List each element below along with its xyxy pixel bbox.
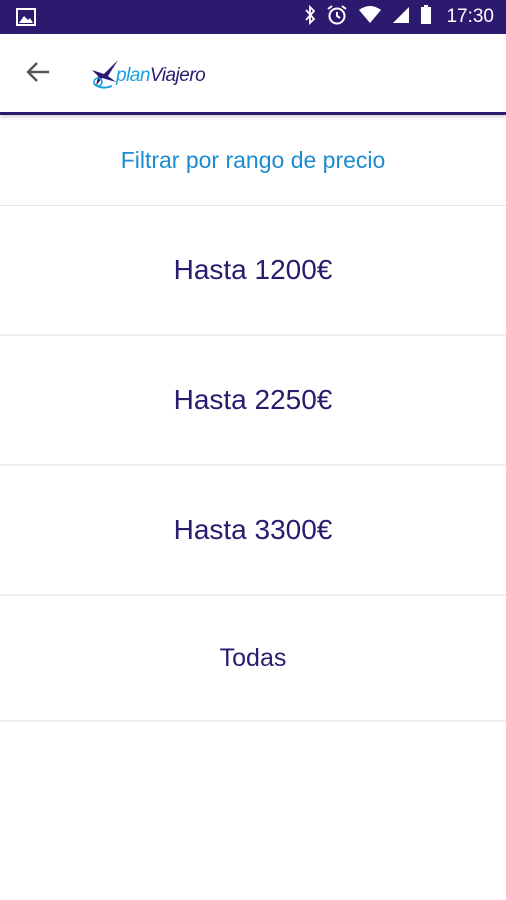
logo-plan: plan: [116, 65, 150, 86]
status-icons: 17:30: [304, 0, 494, 34]
back-button[interactable]: [18, 54, 58, 94]
logo-viajero: Viajero: [149, 65, 206, 86]
battery-icon: [420, 4, 432, 30]
status-time: 17:30: [446, 6, 494, 27]
option-hasta-3300[interactable]: Hasta 3300€: [0, 466, 506, 596]
logo-text: planViajero: [116, 65, 206, 87]
filter-content: Filtrar por rango de precio Hasta 1200€ …: [0, 115, 506, 722]
option-hasta-1200[interactable]: Hasta 1200€: [0, 206, 506, 336]
alarm-icon: [326, 4, 348, 31]
option-todas[interactable]: Todas: [0, 596, 506, 722]
image-icon: [16, 8, 36, 26]
filter-title: Filtrar por rango de precio: [0, 115, 506, 206]
status-bar: 17:30: [0, 0, 506, 34]
arrow-back-icon: [25, 60, 51, 89]
option-hasta-2250[interactable]: Hasta 2250€: [0, 336, 506, 466]
wifi-icon: [358, 5, 382, 29]
app-logo: planViajero: [88, 56, 206, 96]
signal-icon: [392, 6, 410, 29]
bluetooth-icon: [304, 4, 316, 30]
app-bar: planViajero: [0, 34, 506, 115]
